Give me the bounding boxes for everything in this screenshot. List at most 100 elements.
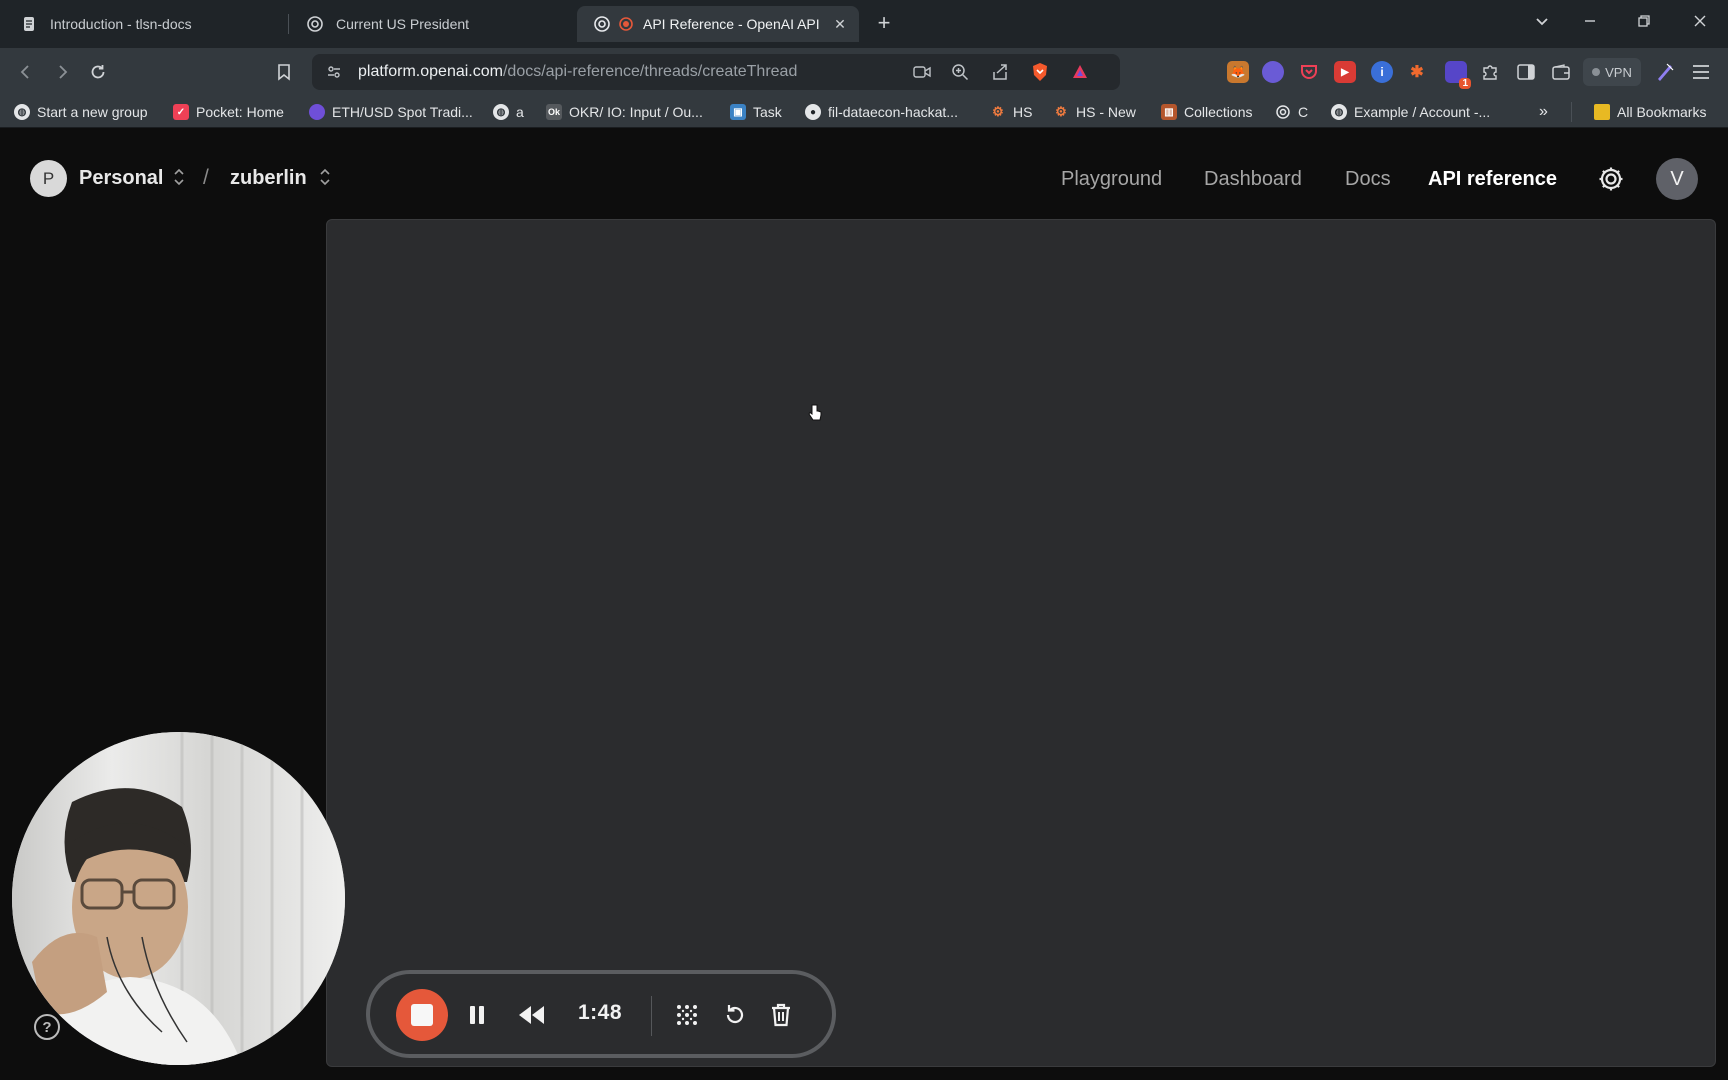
tab-current-us-president[interactable]: Current US President: [290, 6, 568, 42]
delete-recording-button[interactable]: [766, 1000, 796, 1030]
org-switcher[interactable]: Personal: [79, 167, 163, 190]
camera-icon[interactable]: [912, 62, 932, 82]
bookmark-item[interactable]: ◍ Example / Account -...: [1331, 102, 1490, 122]
bookmarks-bar: ◍ Start a new group ✓ Pocket: Home ETH/U…: [0, 96, 1728, 128]
youtube-extension-icon[interactable]: ▶: [1334, 61, 1356, 83]
vpn-button[interactable]: VPN: [1583, 58, 1641, 86]
reload-button[interactable]: [84, 58, 112, 86]
bookmark-item[interactable]: ● fil-dataecon-hackat...: [805, 102, 958, 122]
dots-grid-icon: [677, 1005, 697, 1025]
nav-dashboard[interactable]: Dashboard: [1204, 168, 1302, 191]
zapier-extension-icon[interactable]: ✱: [1406, 61, 1428, 83]
tab-introduction[interactable]: Introduction - tlsn-docs: [4, 6, 282, 42]
tab-title: Introduction - tlsn-docs: [50, 16, 192, 32]
bookmark-label: Example / Account -...: [1354, 104, 1491, 120]
globe-icon: ◍: [14, 104, 30, 120]
nav-playground[interactable]: Playground: [1061, 168, 1162, 191]
bookmark-label: C: [1298, 104, 1309, 120]
zoom-icon[interactable]: [950, 62, 970, 82]
stop-recording-button[interactable]: [396, 989, 448, 1041]
close-icon[interactable]: ✕: [831, 15, 849, 33]
close-window-button[interactable]: [1686, 10, 1714, 38]
github-icon: ●: [805, 104, 821, 120]
bookmark-item[interactable]: C: [1275, 102, 1308, 122]
user-avatar[interactable]: V: [1656, 158, 1698, 200]
openai-icon: [1275, 104, 1291, 120]
trash-icon: [772, 1003, 790, 1027]
recording-timer: 1:48: [578, 1001, 623, 1024]
extension-badge-icon[interactable]: 1: [1445, 61, 1471, 89]
restart-icon: [726, 1005, 744, 1024]
tab-search-chevron-icon[interactable]: [1528, 10, 1556, 38]
project-switcher[interactable]: zuberlin: [230, 167, 307, 190]
bookmark-label: ETH/USD Spot Tradi...: [332, 104, 473, 120]
chart-icon: ▥: [1161, 104, 1177, 120]
nav-api-reference[interactable]: API reference: [1428, 168, 1557, 191]
address-bar[interactable]: platform.openai.com/docs/api-reference/t…: [312, 54, 1120, 90]
breadcrumb-separator: /: [203, 166, 209, 189]
onepassword-icon[interactable]: i: [1371, 61, 1393, 83]
pause-button[interactable]: [462, 1000, 492, 1030]
org-avatar[interactable]: P: [30, 160, 67, 197]
url-text[interactable]: platform.openai.com/docs/api-reference/t…: [358, 63, 797, 81]
bookmark-item[interactable]: ▣ Task: [730, 102, 782, 122]
back-button[interactable]: [12, 58, 40, 86]
site-settings-icon[interactable]: [324, 62, 344, 82]
menu-icon[interactable]: [1690, 61, 1712, 83]
bookmark-label: HS - New: [1076, 104, 1136, 120]
sidebar-toggle-icon[interactable]: [1515, 61, 1537, 83]
chevron-updown-icon[interactable]: [172, 167, 186, 189]
bookmark-item[interactable]: ▥ Collections: [1161, 102, 1252, 122]
bookmark-item[interactable]: ETH/USD Spot Tradi...: [309, 102, 473, 122]
doc-icon: [20, 15, 38, 33]
chevron-updown-icon[interactable]: [318, 167, 332, 189]
pocket-extension-icon[interactable]: [1298, 61, 1320, 83]
vpn-label: VPN: [1605, 64, 1632, 80]
bookmark-item[interactable]: Ok OKR/ IO: Input / Ou...: [546, 102, 703, 122]
rewind-button[interactable]: [516, 1000, 546, 1030]
share-icon[interactable]: [990, 62, 1010, 82]
brave-shield-icon[interactable]: [1030, 62, 1050, 82]
bookmark-page-button[interactable]: [270, 58, 298, 86]
more-bookmarks-chevron-icon[interactable]: »: [1539, 102, 1548, 122]
grid-options-button[interactable]: [672, 1000, 702, 1030]
bookmark-label: Task: [753, 104, 782, 120]
help-icon[interactable]: ?: [34, 1014, 60, 1040]
recording-indicator-icon: [617, 15, 635, 33]
all-bookmarks-button[interactable]: All Bookmarks: [1594, 102, 1706, 122]
forward-button[interactable]: [48, 58, 76, 86]
tab-title: API Reference - OpenAI API: [643, 16, 820, 32]
url-host: platform.openai.com: [358, 63, 503, 80]
bookmark-item[interactable]: ◍ a: [493, 102, 524, 122]
wallet-icon[interactable]: [1550, 61, 1572, 83]
cloud-icon: [309, 104, 325, 120]
minimize-button[interactable]: [1576, 10, 1604, 38]
bookmark-label: Start a new group: [37, 104, 148, 120]
rewind-icon: [519, 1006, 544, 1024]
content-panel-loading: [326, 219, 1716, 1067]
stop-icon: [411, 1004, 433, 1026]
restore-button[interactable]: [1630, 10, 1658, 38]
recorder-divider: [651, 996, 652, 1036]
bookmark-item[interactable]: ⚙ HS: [990, 102, 1032, 122]
tab-api-reference[interactable]: API Reference - OpenAI API ✕: [577, 6, 859, 42]
platform-header: P Personal / zuberlin Playground Dashboa…: [0, 128, 1728, 220]
hand-cursor-icon: [808, 404, 822, 427]
metamask-icon[interactable]: 🦊: [1227, 61, 1249, 83]
bookmark-item[interactable]: ◍ Start a new group: [14, 102, 148, 122]
leo-ai-icon[interactable]: [1654, 61, 1676, 83]
nav-docs[interactable]: Docs: [1345, 168, 1391, 191]
bookmark-item[interactable]: ⚙ HS - New: [1053, 102, 1136, 122]
pause-icon: [470, 1006, 484, 1024]
extension-badge-count: 1: [1459, 78, 1471, 89]
bookmark-label: Pocket: Home: [196, 104, 284, 120]
gear-icon[interactable]: [1596, 164, 1626, 194]
new-tab-button[interactable]: +: [872, 11, 896, 35]
ghost-extension-icon[interactable]: [1262, 61, 1284, 83]
puzzle-icon[interactable]: [1479, 61, 1501, 83]
brave-rewards-icon[interactable]: [1070, 62, 1090, 82]
restart-button[interactable]: [720, 1000, 750, 1030]
bookmark-item[interactable]: ✓ Pocket: Home: [173, 102, 284, 122]
webcam-person-image: [12, 732, 345, 1065]
browser-toolbar: platform.openai.com/docs/api-reference/t…: [0, 48, 1728, 96]
